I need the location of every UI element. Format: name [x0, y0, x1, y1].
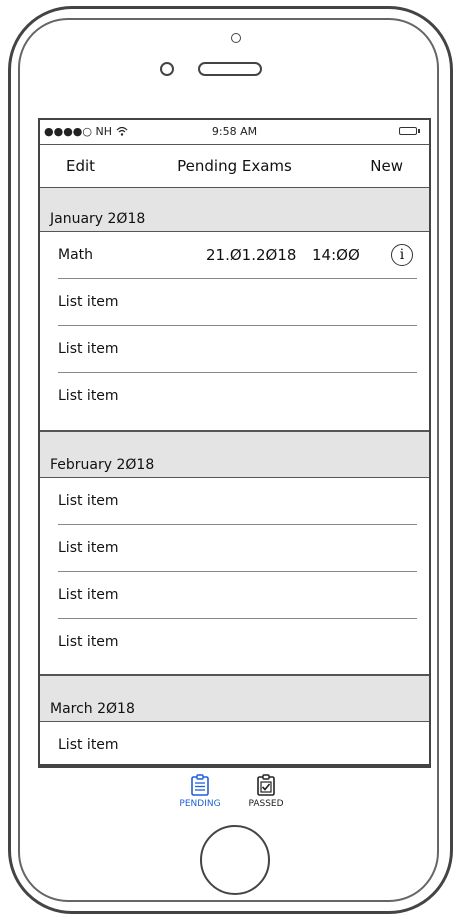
earpiece-speaker	[198, 62, 262, 76]
list-item[interactable]: List item	[40, 326, 429, 373]
exam-date: 21.Ø1.2Ø18	[206, 246, 297, 264]
status-time: 9:58 AM	[211, 125, 258, 138]
section-header-march: March 2Ø18	[40, 676, 429, 722]
battery-icon	[399, 127, 420, 135]
proximity-sensor	[160, 62, 174, 76]
list-item[interactable]: List item	[40, 525, 429, 572]
tab-passed[interactable]: PASSED	[236, 774, 296, 809]
status-bar: ●●●●○ NH 9:58 AM	[40, 120, 429, 144]
navigation-bar: Edit Pending Exams New	[40, 144, 429, 188]
info-icon[interactable]: i	[391, 244, 413, 266]
home-button[interactable]	[200, 825, 270, 895]
clipboard-list-icon	[191, 774, 209, 796]
list-item-math[interactable]: Math 21.Ø1.2Ø18 14:ØØ i	[40, 232, 429, 279]
tab-pending[interactable]: PENDING	[170, 774, 230, 809]
list-item[interactable]: List item	[40, 279, 429, 326]
list-item[interactable]: List item	[40, 373, 429, 420]
section-header-february: February 2Ø18	[40, 432, 429, 478]
list-item[interactable]: List item	[40, 478, 429, 525]
new-button[interactable]: New	[370, 157, 403, 175]
app-screen: ●●●●○ NH 9:58 AM Edit Pending Exams New …	[38, 118, 431, 766]
tab-passed-label: PASSED	[248, 799, 284, 809]
section-header-january: January 2Ø18	[40, 188, 429, 232]
list-item[interactable]: List item	[40, 572, 429, 619]
exam-time: 14:ØØ	[312, 246, 360, 264]
list-item[interactable]: List item	[40, 619, 429, 666]
clipboard-check-icon	[257, 774, 275, 796]
list-item[interactable]: List item	[40, 722, 429, 764]
front-camera	[231, 33, 241, 43]
tab-pending-label: PENDING	[179, 799, 221, 809]
tab-bar: PENDING PASSED	[38, 766, 431, 822]
